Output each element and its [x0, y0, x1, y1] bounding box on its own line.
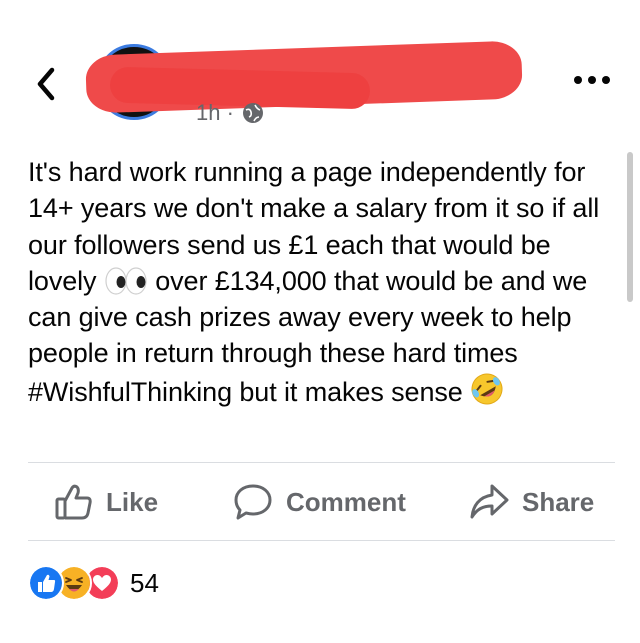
chevron-left-icon[interactable] [30, 62, 66, 106]
thumbs-up-icon [55, 484, 92, 520]
like-label: Like [106, 486, 159, 517]
reaction-count[interactable]: 54 [130, 568, 159, 599]
divider [28, 462, 615, 463]
post-timestamp[interactable]: 1h · [196, 100, 234, 126]
like-button[interactable]: Like [54, 480, 158, 524]
share-button[interactable]: Share [468, 480, 594, 524]
like-reaction-icon [28, 565, 64, 601]
share-label: Share [522, 486, 595, 517]
post-meta: 1h · [196, 100, 264, 126]
comment-button[interactable]: Comment [232, 480, 406, 524]
divider [28, 540, 615, 541]
rolling-on-floor-laughing-emoji [471, 373, 503, 405]
more-horizontal-icon[interactable] [572, 70, 612, 90]
reaction-summary[interactable]: 54 [28, 565, 159, 601]
scrollbar[interactable] [627, 152, 633, 302]
share-icon [470, 484, 509, 519]
globe-icon [242, 103, 263, 123]
action-bar: Like Comment Share [0, 464, 640, 540]
comment-label: Comment [286, 486, 406, 517]
eyes-emoji [105, 267, 147, 295]
comment-icon [234, 484, 272, 520]
post-text: It's hard work running a page independen… [28, 154, 608, 410]
post-header: 1h · [0, 0, 640, 140]
